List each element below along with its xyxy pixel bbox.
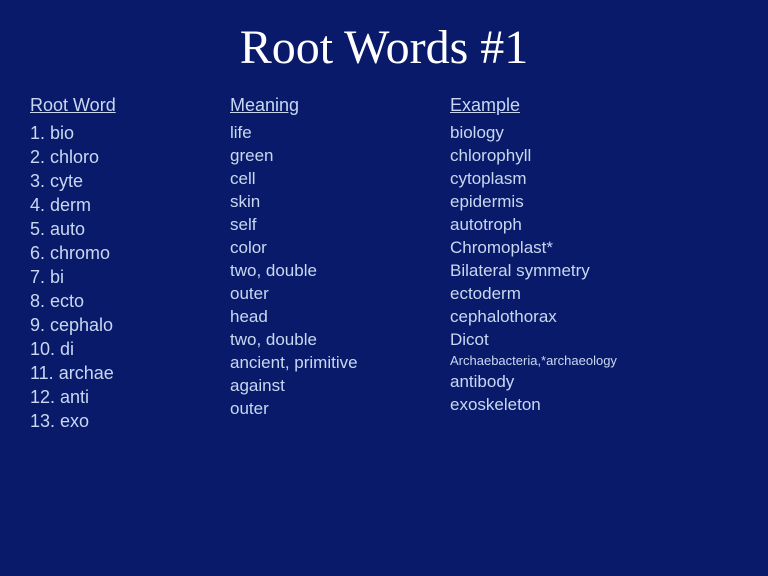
list-item: 7. bi [30,268,230,286]
list-item: chlorophyll [450,147,738,164]
content-grid: Root Word 1. bio 2. chloro 3. cyte 4. de… [30,95,738,436]
example-header: Example [450,95,738,116]
list-item: skin [230,193,450,210]
list-item: cytoplasm [450,170,738,187]
list-item: Dicot [450,331,738,348]
list-item: autotroph [450,216,738,233]
list-item: Archaebacteria,*archaeology [450,354,738,367]
list-item: 3. cyte [30,172,230,190]
list-item: Bilateral symmetry [450,262,738,279]
list-item: 5. auto [30,220,230,238]
list-item: 1. bio [30,124,230,142]
list-item: Chromoplast* [450,239,738,256]
list-item: 11. archae [30,364,230,382]
root-word-column: Root Word 1. bio 2. chloro 3. cyte 4. de… [30,95,230,436]
list-item: self [230,216,450,233]
page-container: Root Words #1 Root Word 1. bio 2. chloro… [0,0,768,576]
list-item: ectoderm [450,285,738,302]
meaning-header: Meaning [230,95,450,116]
list-item: 9. cephalo [30,316,230,334]
list-item: ancient, primitive [230,354,450,371]
list-item: biology [450,124,738,141]
list-item: 8. ecto [30,292,230,310]
list-item: life [230,124,450,141]
list-item: 4. derm [30,196,230,214]
list-item: cephalothorax [450,308,738,325]
list-item: against [230,377,450,394]
list-item: two, double [230,262,450,279]
list-item: outer [230,400,450,417]
list-item: 13. exo [30,412,230,430]
list-item: outer [230,285,450,302]
list-item: 6. chromo [30,244,230,262]
list-item: 10. di [30,340,230,358]
page-title: Root Words #1 [30,20,738,75]
meaning-column: Meaning life green cell skin self color … [230,95,450,423]
list-item: epidermis [450,193,738,210]
list-item: antibody [450,373,738,390]
root-word-header: Root Word [30,95,230,116]
list-item: head [230,308,450,325]
list-item: 2. chloro [30,148,230,166]
list-item: two, double [230,331,450,348]
list-item: color [230,239,450,256]
list-item: cell [230,170,450,187]
list-item: 12. anti [30,388,230,406]
example-column: Example biology chlorophyll cytoplasm ep… [450,95,738,419]
list-item: exoskeleton [450,396,738,413]
list-item: green [230,147,450,164]
